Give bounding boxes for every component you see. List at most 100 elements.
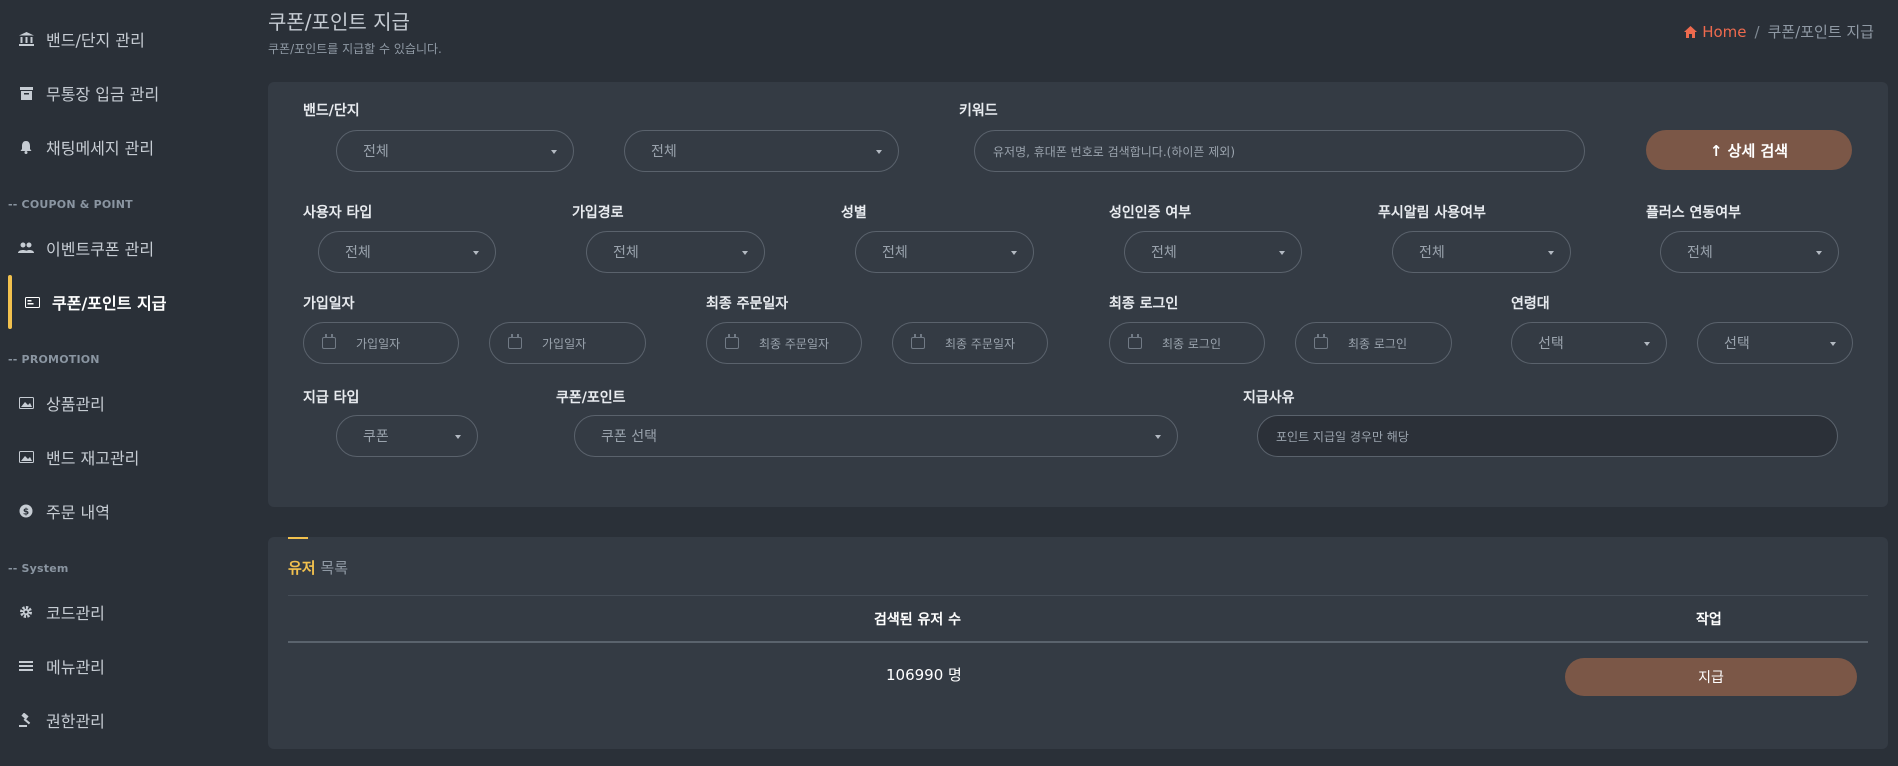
last-order-to-placeholder: 최종 주문일자 xyxy=(945,336,1016,351)
caret-down-icon xyxy=(1279,251,1285,255)
sidebar-item-code[interactable]: 코드관리 xyxy=(0,594,252,630)
caret-down-icon xyxy=(1011,251,1017,255)
section-promotion: -- PROMOTION xyxy=(8,353,100,366)
age-to-value: 선택 xyxy=(1724,336,1750,352)
pay-type-select[interactable]: 쿠폰 xyxy=(336,415,478,457)
sidebar-item-product[interactable]: 상품관리 xyxy=(0,385,252,421)
last-order-to-input[interactable]: 최종 주문일자 xyxy=(892,322,1048,364)
reason-label: 지급사유 xyxy=(1243,390,1295,406)
keyword-input[interactable]: 유저명, 휴대폰 번호로 검색합니다.(하이픈 제외) xyxy=(974,130,1585,172)
keyword-label: 키워드 xyxy=(959,103,998,119)
image-icon xyxy=(18,395,34,411)
pay-button[interactable]: 지급 xyxy=(1565,658,1857,696)
sidebar-item-label: 밴드 재고관리 xyxy=(46,449,140,468)
plus-link-select[interactable]: 전체 xyxy=(1660,231,1839,273)
users-icon xyxy=(18,240,34,256)
breadcrumb: Home / 쿠폰/포인트 지급 xyxy=(1684,21,1874,42)
sidebar-item-band-management[interactable]: 밴드/단지 관리 xyxy=(0,21,252,57)
age-from-select[interactable]: 선택 xyxy=(1511,322,1667,364)
push-select[interactable]: 전체 xyxy=(1392,231,1571,273)
adult-cert-label: 성인인증 여부 xyxy=(1109,205,1192,221)
calendar-icon xyxy=(1314,334,1328,349)
calendar-icon xyxy=(725,334,739,349)
calendar-icon xyxy=(322,334,336,349)
last-order-from-input[interactable]: 최종 주문일자 xyxy=(706,322,862,364)
last-login-to-input[interactable]: 최종 로그인 xyxy=(1295,322,1452,364)
signup-date-to-input[interactable]: 가입일자 xyxy=(489,322,646,364)
dollar-icon: $ xyxy=(18,503,34,519)
sidebar-item-chat-message[interactable]: 채팅메세지 관리 xyxy=(0,129,252,165)
band-select-value: 전체 xyxy=(363,144,389,160)
complex-select-value: 전체 xyxy=(651,144,677,160)
sidebar-item-event-coupon[interactable]: 이벤트쿠폰 관리 xyxy=(0,230,252,266)
divider xyxy=(288,595,1868,596)
caret-down-icon xyxy=(1548,251,1554,255)
sidebar-item-order-history[interactable]: $ 주문 내역 xyxy=(0,493,252,529)
sidebar-item-label: 주문 내역 xyxy=(46,503,110,522)
coupon-point-label: 쿠폰/포인트 xyxy=(556,390,626,406)
age-label: 연령대 xyxy=(1511,296,1550,312)
user-type-select[interactable]: 전체 xyxy=(318,231,496,273)
section-system: -- System xyxy=(8,562,69,575)
list-title: 유저 목록 xyxy=(288,557,348,578)
signup-path-select[interactable]: 전체 xyxy=(586,231,765,273)
coupon-point-select[interactable]: 쿠폰 선택 xyxy=(574,415,1178,457)
signup-date-from-input[interactable]: 가입일자 xyxy=(303,322,459,364)
pay-type-label: 지급 타입 xyxy=(303,390,360,406)
plus-link-label: 플러스 연동여부 xyxy=(1646,205,1742,221)
column-header-user-count: 검색된 유저 수 xyxy=(874,612,962,628)
adult-cert-select[interactable]: 전체 xyxy=(1124,231,1302,273)
caret-down-icon xyxy=(551,150,557,154)
sidebar-item-label: 밴드/단지 관리 xyxy=(46,31,145,50)
home-icon xyxy=(1684,25,1698,38)
section-coupon-point: -- COUPON & POINT xyxy=(8,198,133,211)
coupon-point-value: 쿠폰 선택 xyxy=(601,429,657,445)
svg-text:$: $ xyxy=(23,508,29,518)
gender-value: 전체 xyxy=(882,245,908,261)
breadcrumb-home-label: Home xyxy=(1702,22,1747,41)
calendar-icon xyxy=(1128,334,1142,349)
plus-link-value: 전체 xyxy=(1687,245,1713,261)
last-login-from-input[interactable]: 최종 로그인 xyxy=(1109,322,1265,364)
gear-icon xyxy=(18,604,34,620)
calendar-icon xyxy=(911,334,925,349)
caret-down-icon xyxy=(455,435,461,439)
reason-input[interactable]: 포인트 지급일 경우만 해당 xyxy=(1257,415,1838,457)
breadcrumb-separator: / xyxy=(1754,22,1760,41)
pay-type-value: 쿠폰 xyxy=(363,429,389,445)
list-title-rest: 목록 xyxy=(320,559,348,577)
user-count-value: 106990 명 xyxy=(886,666,962,684)
last-order-from-placeholder: 최종 주문일자 xyxy=(759,336,830,351)
age-from-value: 선택 xyxy=(1538,336,1564,352)
sidebar-item-menu[interactable]: 메뉴관리 xyxy=(0,648,252,684)
caret-down-icon xyxy=(1644,342,1650,346)
last-login-to-placeholder: 최종 로그인 xyxy=(1348,336,1408,351)
complex-select[interactable]: 전체 xyxy=(624,130,899,172)
calendar-icon xyxy=(508,334,522,349)
page-title: 쿠폰/포인트 지급 xyxy=(268,10,410,34)
sidebar-item-permission[interactable]: 권한관리 xyxy=(0,702,252,738)
keyword-placeholder: 유저명, 휴대폰 번호로 검색합니다.(하이픈 제외) xyxy=(993,144,1236,159)
sidebar: 밴드/단지 관리 무통장 입금 관리 채팅메세지 관리 -- COUPON & … xyxy=(0,0,252,766)
filter-panel: 밴드/단지 전체 전체 키워드 유저명, 휴대폰 번호로 검색합니다.(하이픈 … xyxy=(268,82,1888,507)
menu-icon xyxy=(18,658,34,674)
user-list-panel: 유저 목록 검색된 유저 수 작업 106990 명 지급 xyxy=(268,537,1888,749)
sidebar-item-label: 메뉴관리 xyxy=(46,658,105,677)
gender-select[interactable]: 전체 xyxy=(855,231,1034,273)
caret-down-icon xyxy=(473,251,479,255)
image-icon xyxy=(18,449,34,465)
sidebar-item-bank-deposit[interactable]: 무통장 입금 관리 xyxy=(0,75,252,111)
signup-path-label: 가입경로 xyxy=(572,205,624,221)
list-accent-bar xyxy=(288,537,308,539)
page-subtitle: 쿠폰/포인트를 지급할 수 있습니다. xyxy=(268,42,442,56)
user-type-value: 전체 xyxy=(345,245,371,261)
card-icon xyxy=(24,294,40,310)
age-to-select[interactable]: 선택 xyxy=(1697,322,1853,364)
detail-search-button[interactable]: ↑ 상세 검색 xyxy=(1646,130,1852,170)
signup-path-value: 전체 xyxy=(613,245,639,261)
last-login-label: 최종 로그인 xyxy=(1109,296,1179,312)
breadcrumb-home-link[interactable]: Home xyxy=(1684,22,1747,41)
band-select[interactable]: 전체 xyxy=(336,130,574,172)
sidebar-item-band-stock[interactable]: 밴드 재고관리 xyxy=(0,439,252,475)
sidebar-item-coupon-point-pay[interactable]: 쿠폰/포인트 지급 xyxy=(0,275,252,329)
